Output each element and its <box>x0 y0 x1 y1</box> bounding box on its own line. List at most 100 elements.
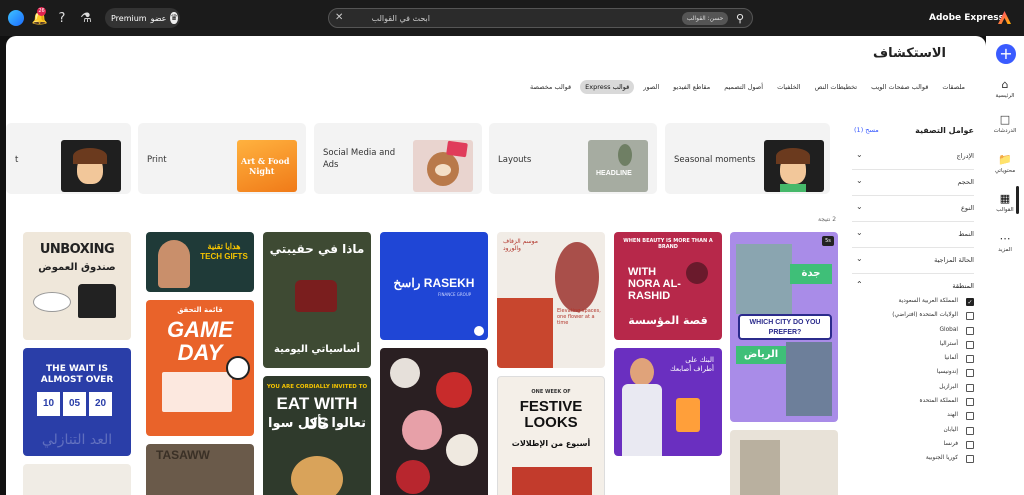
region-checkbox-row[interactable]: الهند <box>852 410 974 424</box>
category-card-seasonal[interactable]: Seasonal moments <box>665 123 830 194</box>
region-checkbox-row[interactable]: المملكة العربية السعودية ✓ <box>852 296 974 310</box>
region-checkbox-row[interactable]: اليابان <box>852 425 974 439</box>
region-checkbox-row[interactable]: إندونيسيا <box>852 367 974 381</box>
region-checkbox[interactable]: ✓ <box>966 298 974 306</box>
filter-row-type[interactable]: النوع ⌄ <box>852 196 974 222</box>
filter-region-header[interactable]: المنطقة ⌃ <box>852 278 974 296</box>
rail-item-more[interactable]: ⋯ المزيد <box>986 232 1024 253</box>
template-card[interactable] <box>730 430 838 495</box>
region-checkbox-row[interactable]: أستراليا <box>852 339 974 353</box>
template-subtitle: قصة المؤسسة <box>628 314 708 327</box>
category-card-layouts[interactable]: Layouts HEADLINE <box>489 123 657 194</box>
region-label: الولايات المتحدة (افتراضي) <box>892 312 958 319</box>
tab-express-templates[interactable]: قوالب Express <box>580 80 635 94</box>
region-checkbox[interactable] <box>966 340 974 349</box>
rail-item-home[interactable]: ⌂ الرئيسية <box>986 78 1024 99</box>
category-label: Print <box>147 155 167 165</box>
region-checkbox-row[interactable]: المملكة المتحدة <box>852 396 974 410</box>
template-card[interactable]: TASAWW <box>146 444 254 495</box>
category-card-print[interactable]: Print Art & Food Night <box>138 123 306 194</box>
template-card-decorators[interactable]: موسم الزفاف والورود Elevating spaces, on… <box>497 232 605 368</box>
close-icon[interactable]: ✕ <box>335 12 343 23</box>
category-thumbnail <box>413 140 473 192</box>
chevron-down-icon: ⌄ <box>856 202 863 211</box>
filter-label: المنطقة <box>952 282 974 290</box>
rail-label: الدردشات <box>993 128 1017 134</box>
chevron-down-icon: ⌄ <box>856 254 863 263</box>
rail-item-chats[interactable]: □ الدردشات <box>986 113 1024 134</box>
search-input[interactable]: ابحث في القوالب <box>372 14 430 23</box>
more-icon: ⋯ <box>999 232 1011 245</box>
tab-videos[interactable]: مقاطع الفيديو <box>668 80 715 94</box>
search-icon[interactable]: ⚲ <box>736 12 744 25</box>
filter-row-mood[interactable]: الحالة المزاجية ⌄ <box>852 248 974 274</box>
template-card-bank[interactable]: البنك على أطراف أصابعك <box>614 348 722 456</box>
rail-label: محتوياتي <box>994 168 1016 174</box>
tab-design-assets[interactable]: أصول التصميم <box>719 80 768 94</box>
tab-text-layouts[interactable]: تخطيطات النص <box>810 80 863 94</box>
template-card-city[interactable]: جدة WHICH CITY DO YOU PREFER? الرياض 5s <box>730 232 838 422</box>
region-checkbox[interactable] <box>966 426 974 435</box>
template-card[interactable] <box>23 464 131 495</box>
template-card-nora[interactable]: WHEN BEAUTY IS MORE THAN A BRAND WITH NO… <box>614 232 722 340</box>
template-card-flowers[interactable] <box>380 348 488 495</box>
template-card-festive[interactable]: ONE WEEK OF FESTIVE LOOKS أسبوع من الإطل… <box>497 376 605 495</box>
template-card-bag[interactable]: ماذا في حقيبتي أساسياتي اليومية <box>263 232 371 368</box>
template-card-unboxing[interactable]: UNBOXING صندوق العموض <box>23 232 131 340</box>
region-checkbox[interactable] <box>966 398 974 407</box>
filter-row-size[interactable]: الحجم ⌄ <box>852 170 974 196</box>
region-checkbox[interactable] <box>966 355 974 364</box>
clear-filters-link[interactable]: مسح (1) <box>854 126 879 134</box>
rail-label: الرئيسية <box>995 93 1015 99</box>
crown-icon: ♛ <box>170 12 178 24</box>
template-card-eat[interactable]: YOU ARE CORDIALLY INVITED TO EAT WITH US… <box>263 376 371 495</box>
help-icon[interactable]: ? <box>53 9 71 27</box>
category-card-social[interactable]: Social Media and Ads <box>314 123 482 194</box>
filter-row-style[interactable]: النمط ⌄ <box>852 222 974 248</box>
brand-name: Adobe Express <box>929 13 1004 23</box>
region-checkbox-row[interactable]: كوريا الجنوبية <box>852 453 974 467</box>
premium-button[interactable]: Premium عضو ♛ <box>105 8 180 28</box>
region-checkbox-row[interactable]: ألمانيا <box>852 353 974 367</box>
main-panel: الاستكشاف قوالب مخصصة قوالب Express الصو… <box>6 36 986 495</box>
tab-photos[interactable]: الصور <box>638 80 664 94</box>
premium-member-label: عضو <box>150 13 167 23</box>
tab-custom-templates[interactable]: قوالب مخصصة <box>525 80 576 94</box>
category-card[interactable]: t <box>6 123 131 194</box>
app-logo-icon[interactable] <box>8 10 24 26</box>
region-checkbox[interactable] <box>966 383 974 392</box>
filters-title: عوامل التصفية <box>915 126 974 135</box>
rail-label: المزيد <box>998 247 1012 253</box>
filter-label: الحالة المزاجية <box>934 256 974 264</box>
region-checkbox-row[interactable]: البرازيل <box>852 382 974 396</box>
region-checkbox-row[interactable]: الولايات المتحدة (افتراضي) <box>852 310 974 324</box>
region-checkbox[interactable] <box>966 440 974 449</box>
region-checkbox[interactable] <box>966 369 974 378</box>
flask-icon[interactable]: ⚗ <box>77 9 95 27</box>
rail-item-content[interactable]: 📁 محتوياتي <box>986 153 1024 174</box>
region-checkbox[interactable] <box>966 412 974 421</box>
scrollbar[interactable] <box>1016 186 1019 214</box>
region-checkbox-row[interactable]: Global <box>852 325 974 339</box>
category-label: Layouts <box>498 155 532 165</box>
region-checkbox[interactable] <box>966 326 974 335</box>
region-label: Global <box>939 326 959 333</box>
category-thumbnail: Art & Food Night <box>237 140 297 192</box>
rail-label: القوالب <box>996 207 1014 213</box>
template-title: FESTIVE LOOKS <box>519 398 583 431</box>
template-card-rasekh[interactable]: راسخ RASEKH FINANCE GROUP <box>380 232 488 340</box>
tab-backgrounds[interactable]: الخلفيات <box>772 80 805 94</box>
filter-row-insert[interactable]: الإدراج ⌄ <box>852 144 974 170</box>
search-filter-chip[interactable]: حسن: القوالب <box>682 12 728 25</box>
region-checkbox[interactable] <box>966 455 974 464</box>
tab-web-templates[interactable]: قوالب صفحات الويب <box>866 80 933 94</box>
create-new-button[interactable]: + <box>996 44 1016 64</box>
region-checkbox[interactable] <box>966 312 974 321</box>
template-subtitle: أساسياتي اليومية <box>274 344 360 355</box>
template-card-wait[interactable]: THE WAIT IS ALMOST OVER 10 05 20 العد ال… <box>23 348 131 456</box>
region-checkbox-row[interactable]: فرنسا <box>852 439 974 453</box>
search-bar[interactable]: ✕ ابحث في القوالب حسن: القوالب ⚲ <box>328 8 753 28</box>
template-card-tech-gifts[interactable]: هدايا تقنية TECH GIFTS <box>146 232 254 292</box>
tab-stickers[interactable]: ملصقات <box>937 80 970 94</box>
template-card-game-day[interactable]: قائمة التحقق GAME DAY <box>146 300 254 436</box>
